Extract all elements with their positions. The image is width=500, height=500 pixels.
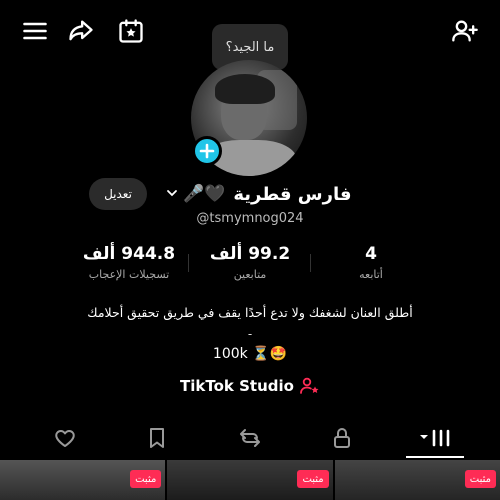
bio-dash: - [247,327,253,341]
add-story-button[interactable] [192,136,222,166]
stat-likes-value: 944.8 ألف [82,244,176,264]
stat-following-value: 4 [365,244,377,264]
repost-icon [240,429,260,447]
stat-likes[interactable]: 944.8 ألف تسجيلات الإعجاب [64,244,194,281]
pinned-badge: مثبت [130,470,162,488]
active-tab-indicator [406,456,464,458]
plus-icon [199,143,215,159]
bio-views: 100k ⏳🤩 [212,346,288,362]
calendar-star-icon[interactable] [116,16,146,46]
profile-name-row: 🎤🖤 فارس قطرية [183,180,352,208]
heart-icon [55,430,75,447]
video-thumbnail[interactable]: مثبت [334,460,500,500]
add-friend-icon[interactable] [450,16,480,46]
lock-icon [334,428,350,448]
videos-grid-icon [420,429,450,447]
profile-handle: @tsmymnog024 [196,211,304,226]
status-bubble-text: ما الجيد؟ [225,39,275,55]
edit-profile-label: تعديل [104,187,132,201]
name-emojis: 🎤🖤 [183,184,226,204]
reposts-tab[interactable] [236,424,264,452]
stat-followers[interactable]: 99.2 ألف متابعين [185,244,315,281]
tiktok-studio-label: TikTok Studio [180,377,294,395]
studio-user-star-icon [300,377,319,394]
menu-icon[interactable] [20,16,50,46]
videos-grid-tab[interactable] [416,424,454,452]
private-tab[interactable] [328,424,356,452]
pinned-badge: مثبت [297,470,329,488]
tiktok-studio-link[interactable]: TikTok Studio [0,377,500,395]
profile-name: فارس قطرية [233,183,352,205]
avatar-hair [215,74,275,104]
liked-tab[interactable] [51,424,79,452]
stat-following-label: أتابعه [359,268,383,281]
pinned-badge: مثبت [464,470,496,488]
stat-likes-label: تسجيلات الإعجاب [88,268,170,281]
video-grid: مثبت مثبت مثبت [0,460,500,500]
video-thumbnail[interactable]: مثبت [167,460,333,500]
share-icon[interactable] [66,16,96,46]
stat-following[interactable]: 4 أتابعه [306,244,436,281]
favorites-tab[interactable] [143,424,171,452]
bio-text: أطلق العنان لشغفك ولا تدع أحدًا يقف في ط… [87,305,413,320]
stat-followers-value: 99.2 ألف [209,244,291,264]
edit-profile-button[interactable]: تعديل [89,178,147,210]
profile-tabs [0,418,500,458]
stat-followers-label: متابعين [233,268,267,281]
chevron-down-icon[interactable] [165,186,179,200]
video-thumbnail[interactable]: مثبت [0,460,166,500]
bookmark-icon [150,428,164,448]
